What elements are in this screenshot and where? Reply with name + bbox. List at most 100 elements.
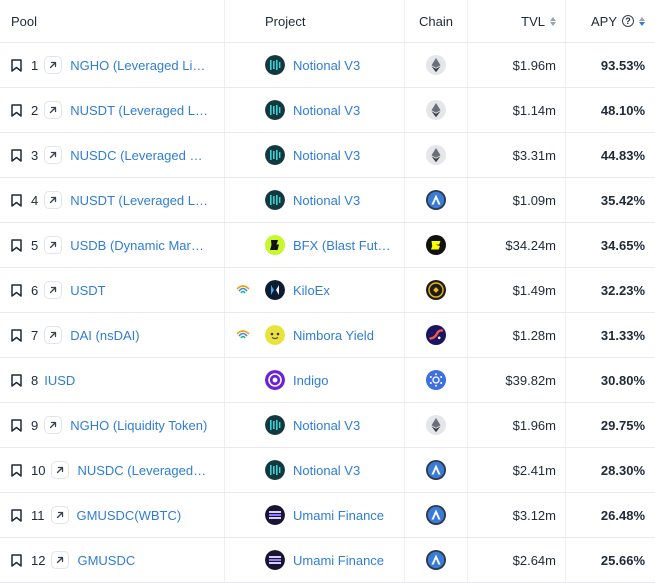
external-link-icon[interactable]	[44, 191, 63, 209]
table-row: 5 USDB (Dynamic Market Maker) BFX (Blast…	[0, 223, 655, 268]
pool-rank: 6	[31, 282, 39, 298]
external-link-icon[interactable]	[51, 551, 70, 569]
apy-value: 35.42%	[600, 192, 645, 208]
chain-cell	[405, 43, 467, 87]
external-link-icon[interactable]	[50, 506, 69, 524]
pool-name-link[interactable]: GMUSDC(WBTC)	[77, 508, 182, 523]
project-name-link[interactable]: Notional V3	[293, 148, 360, 163]
project-cell: BFX (Blast Futures)	[265, 223, 405, 267]
external-link-icon[interactable]	[44, 146, 63, 164]
table-row: 12 GMUSDC Umami Finance $2.64m 25.66%	[0, 538, 655, 583]
project-name-link[interactable]: Umami Finance	[293, 553, 384, 568]
cardano-icon[interactable]	[426, 370, 446, 390]
chain-cell	[405, 88, 467, 132]
blast-icon[interactable]	[426, 235, 446, 255]
ethereum-icon[interactable]	[426, 145, 446, 165]
tvl-value: $1.09m	[512, 192, 556, 208]
chain-cell	[405, 268, 467, 312]
ethereum-icon[interactable]	[426, 100, 446, 120]
sort-icon	[550, 16, 556, 26]
pool-name-link[interactable]: NGHO (Leveraged Liquidity Token)	[70, 58, 208, 73]
help-icon[interactable]: ?	[622, 15, 634, 27]
opbnb-icon[interactable]	[426, 280, 446, 300]
header-chain: Chain	[419, 13, 453, 29]
project-name-link[interactable]: BFX (Blast Futures)	[293, 238, 393, 253]
pool-rank: 2	[31, 102, 39, 118]
table-row: 3 NUSDC (Leveraged Liquidity Token) Noti…	[0, 133, 655, 178]
pool-name-link[interactable]: GMUSDC	[77, 553, 135, 568]
project-cell: Notional V3	[265, 133, 405, 177]
project-name-link[interactable]: KiloEx	[293, 283, 330, 298]
pool-name-link[interactable]: USDT	[70, 283, 105, 298]
external-link-icon[interactable]	[51, 461, 70, 479]
bookmark-icon[interactable]	[11, 103, 22, 117]
chain-cell	[405, 538, 467, 582]
arbitrum-icon[interactable]	[426, 505, 446, 525]
header-tvl-sort[interactable]: TVL	[467, 0, 565, 42]
project-name-link[interactable]: Umami Finance	[293, 508, 384, 523]
chain-cell	[405, 403, 467, 447]
pool-rank: 7	[31, 327, 39, 343]
table-row: 7 DAI (nsDAI) Nimbora Yield $1.28m 31.33…	[0, 313, 655, 358]
table-row: 10 NUSDC (Leveraged Liquidity Token) Not…	[0, 448, 655, 493]
bookmark-icon[interactable]	[11, 283, 22, 297]
pool-name-link[interactable]: IUSD	[44, 373, 75, 388]
arbitrum-icon[interactable]	[426, 460, 446, 480]
indigo-logo	[265, 370, 285, 390]
external-link-icon[interactable]	[44, 236, 63, 254]
project-cell: Notional V3	[265, 43, 405, 87]
bookmark-icon[interactable]	[11, 328, 22, 342]
bookmark-icon[interactable]	[11, 553, 22, 567]
notional-logo	[265, 460, 285, 480]
pool-cell: 7 DAI (nsDAI)	[0, 313, 224, 357]
external-link-icon[interactable]	[44, 416, 63, 434]
project-cell: Umami Finance	[265, 493, 405, 537]
arbitrum-icon[interactable]	[426, 190, 446, 210]
chain-cell	[405, 493, 467, 537]
notional-logo	[265, 55, 285, 75]
tvl-value: $1.49m	[512, 282, 556, 298]
bookmark-icon[interactable]	[11, 193, 22, 207]
ethereum-icon[interactable]	[426, 415, 446, 435]
table-row: 11 GMUSDC(WBTC) Umami Finance $3.12m 26.…	[0, 493, 655, 538]
starknet-icon[interactable]	[426, 325, 446, 345]
yield-pools-table: Pool Project Chain TVL APY ? 1 NGHO (Lev…	[0, 0, 655, 583]
pool-name-link[interactable]: NUSDT (Leveraged Liquidity Token)	[70, 193, 208, 208]
pool-name-link[interactable]: NGHO (Liquidity Token)	[70, 418, 207, 433]
ethereum-icon[interactable]	[426, 55, 446, 75]
external-link-icon[interactable]	[44, 56, 63, 74]
pool-name-link[interactable]: NUSDC (Leveraged Liquidity Token)	[70, 148, 208, 163]
bookmark-icon[interactable]	[11, 58, 22, 72]
project-name-link[interactable]: Indigo	[293, 373, 328, 388]
header-tvl-label: TVL	[521, 13, 545, 29]
pool-name-link[interactable]: DAI (nsDAI)	[70, 328, 139, 343]
external-link-icon[interactable]	[44, 326, 63, 344]
notional-logo	[265, 190, 285, 210]
sort-icon	[639, 16, 645, 26]
project-name-link[interactable]: Notional V3	[293, 103, 360, 118]
pool-name-link[interactable]: USDB (Dynamic Market Maker)	[70, 238, 208, 253]
external-link-icon[interactable]	[44, 101, 63, 119]
project-name-link[interactable]: Notional V3	[293, 58, 360, 73]
pool-rank: 9	[31, 417, 39, 433]
rainbow-icon	[236, 285, 250, 294]
pool-cell: 12 GMUSDC	[0, 538, 224, 582]
project-name-link[interactable]: Notional V3	[293, 418, 360, 433]
bookmark-icon[interactable]	[11, 148, 22, 162]
project-name-link[interactable]: Notional V3	[293, 463, 360, 478]
bookmark-icon[interactable]	[11, 463, 22, 477]
pool-name-link[interactable]: NUSDT (Leveraged Liquidity Token)	[70, 103, 208, 118]
header-apy-sort[interactable]: APY ?	[565, 0, 655, 42]
arbitrum-icon[interactable]	[426, 550, 446, 570]
bookmark-icon[interactable]	[11, 418, 22, 432]
pool-rank: 4	[31, 192, 39, 208]
pool-rank: 3	[31, 147, 39, 163]
pool-name-link[interactable]: NUSDC (Leveraged Liquidity Token)	[77, 463, 207, 478]
external-link-icon[interactable]	[44, 281, 63, 299]
bfx-logo	[265, 235, 285, 255]
project-name-link[interactable]: Notional V3	[293, 193, 360, 208]
project-name-link[interactable]: Nimbora Yield	[293, 328, 374, 343]
bookmark-icon[interactable]	[11, 238, 22, 252]
bookmark-icon[interactable]	[11, 508, 22, 522]
bookmark-icon[interactable]	[11, 373, 22, 387]
